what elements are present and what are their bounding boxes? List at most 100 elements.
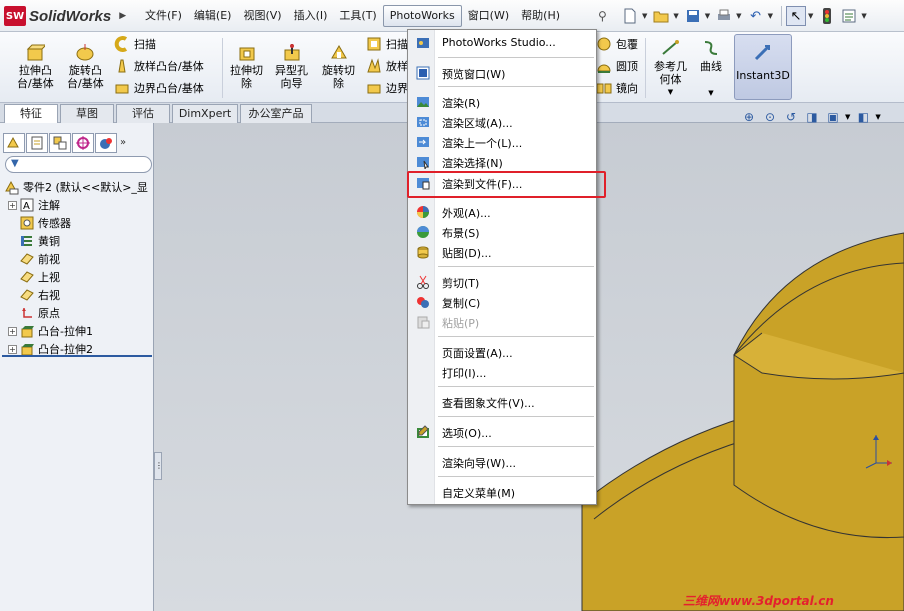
wrap-button[interactable]: 包覆: [596, 36, 638, 52]
tab-dimxpert[interactable]: DimXpert: [172, 104, 238, 123]
tab-office-products[interactable]: 办公室产品: [240, 104, 312, 123]
menu-item-8[interactable]: 外观(A)...: [408, 202, 596, 222]
menu-item-18[interactable]: 渲染向导(W)...: [408, 452, 596, 472]
chevron-down-icon[interactable]: ▼: [875, 113, 880, 121]
configuration-manager-tab-icon[interactable]: [49, 133, 71, 153]
menu-item-3[interactable]: 渲染(R): [408, 92, 596, 112]
tree-item-sensors[interactable]: 传感器: [0, 214, 154, 232]
expand-icon[interactable]: +: [8, 200, 17, 210]
menu-item-15[interactable]: 打印(I)...: [408, 362, 596, 382]
extrude-boss-button[interactable]: 拉伸凸 台/基体: [17, 42, 54, 90]
panel-collapse-handle[interactable]: ⋮: [154, 452, 163, 480]
revolve-cut-button[interactable]: 旋转切 除: [322, 42, 355, 90]
dome-button[interactable]: 圆顶: [596, 58, 638, 74]
boundary-boss-button[interactable]: 边界凸台/基体: [114, 80, 204, 96]
traffic-light-icon[interactable]: [817, 6, 837, 26]
tree-item-top-plane[interactable]: 上视: [0, 268, 154, 286]
chevron-down-icon[interactable]: ▼: [705, 12, 710, 20]
menu-item-5[interactable]: 渲染上一个(L)...: [408, 132, 596, 152]
feature-tree-tab-icon[interactable]: [3, 133, 25, 153]
display-manager-tab-icon[interactable]: [95, 133, 117, 153]
display-style-icon[interactable]: ◧: [854, 108, 872, 126]
chevron-down-icon[interactable]: ▼: [861, 12, 866, 20]
tab-features[interactable]: 特征: [4, 104, 58, 124]
menu-edit[interactable]: 编辑(E): [188, 5, 238, 27]
menu-item-label: 预览窗口(W): [442, 68, 506, 81]
menu-item-1[interactable]: PhotoWorks Studio...: [408, 33, 596, 53]
menu-item-4[interactable]: 渲染区域(A)...: [408, 112, 596, 132]
save-icon[interactable]: [683, 6, 703, 26]
tree-item-boss-extrude1[interactable]: + 凸台-拉伸1: [0, 322, 154, 340]
zoom-to-area-icon[interactable]: ⊙: [761, 108, 779, 126]
solidworks-logo[interactable]: SW SolidWorks ▶: [4, 5, 126, 27]
more-tabs-icon[interactable]: »: [120, 133, 126, 153]
tab-sketch[interactable]: 草图: [60, 104, 114, 123]
chevron-down-icon[interactable]: ▼: [642, 12, 647, 20]
tree-item-right-plane[interactable]: 右视: [0, 286, 154, 304]
boundary-cut-button[interactable]: 边界: [366, 80, 408, 96]
menu-item-19[interactable]: 自定义菜单(M): [408, 482, 596, 502]
tree-filter-input[interactable]: ▼: [5, 156, 152, 173]
chevron-down-icon[interactable]: ▼: [845, 113, 850, 121]
chevron-down-icon[interactable]: ▼: [736, 12, 741, 20]
sweep-button[interactable]: 扫描: [114, 36, 156, 52]
tree-item-material[interactable]: 黄铜: [0, 232, 154, 250]
menu-item-10[interactable]: 贴图(D)...: [408, 242, 596, 262]
open-folder-icon[interactable]: [651, 6, 671, 26]
curves-button[interactable]: 曲线 ▼: [700, 38, 722, 100]
property-manager-tab-icon[interactable]: [26, 133, 48, 153]
menu-item-6[interactable]: 渲染选择(N): [408, 152, 596, 172]
print-icon[interactable]: [714, 6, 734, 26]
select-arrow-icon[interactable]: ↖: [785, 6, 806, 26]
undo-icon[interactable]: ↶: [746, 6, 766, 26]
menu-view[interactable]: 视图(V): [237, 5, 287, 27]
expand-icon[interactable]: +: [8, 344, 17, 354]
menu-insert[interactable]: 插入(I): [288, 5, 334, 27]
menu-item-16[interactable]: 查看图象文件(V)...: [408, 392, 596, 412]
chevron-down-icon[interactable]: ▼: [668, 86, 673, 99]
menu-item-17[interactable]: 选项(O)...: [408, 422, 596, 442]
reference-geometry-button[interactable]: 参考几 何体 ▼: [654, 38, 687, 99]
zoom-to-fit-icon[interactable]: ⊕: [740, 108, 758, 126]
menu-tools[interactable]: 工具(T): [333, 5, 382, 27]
tab-evaluate[interactable]: 评估: [116, 104, 170, 123]
instant3d-button[interactable]: Instant3D: [734, 34, 792, 100]
rollback-bar[interactable]: [2, 355, 152, 357]
tree-item-annotations[interactable]: + A 注解: [0, 196, 154, 214]
hole-wizard-button[interactable]: 异型孔 向导: [275, 42, 308, 90]
menu-file[interactable]: 文件(F): [139, 5, 188, 27]
tree-item-front-plane[interactable]: 前视: [0, 250, 154, 268]
options-icon[interactable]: [839, 6, 859, 26]
menu-help[interactable]: 帮助(H): [515, 5, 566, 27]
chevron-down-icon[interactable]: ▼: [673, 12, 678, 20]
menu-item-11[interactable]: 剪切(T): [408, 272, 596, 292]
chevron-down-icon[interactable]: ▼: [808, 12, 813, 20]
menu-item-14[interactable]: 页面设置(A)...: [408, 342, 596, 362]
menu-bar: SW SolidWorks ▶ 文件(F) 编辑(E) 视图(V) 插入(I) …: [0, 0, 904, 32]
loft-boss-button[interactable]: 放样凸台/基体: [114, 58, 204, 74]
revolve-boss-icon: [76, 44, 94, 61]
chevron-down-icon[interactable]: ▼: [768, 12, 773, 20]
menu-photoworks[interactable]: PhotoWorks: [382, 5, 462, 27]
revolve-boss-button[interactable]: 旋转凸 台/基体: [67, 42, 104, 90]
lofted-cut-button[interactable]: 放样: [366, 58, 408, 74]
new-document-icon[interactable]: [620, 6, 640, 26]
chevron-down-icon[interactable]: ▼: [708, 87, 713, 100]
menu-item-9[interactable]: 布景(S): [408, 222, 596, 242]
section-view-icon[interactable]: ◨: [803, 108, 821, 126]
menu-item-2[interactable]: 预览窗口(W): [408, 63, 596, 83]
extrude-cut-button[interactable]: 拉伸切 除: [230, 42, 263, 90]
tree-root-part[interactable]: 零件2 (默认<<默认>_显: [0, 178, 154, 196]
view-orientation-icon[interactable]: ▣: [824, 108, 842, 126]
mirror-button[interactable]: 镜向: [596, 80, 638, 96]
expand-icon[interactable]: +: [8, 326, 17, 336]
tree-item-label: 右视: [38, 289, 60, 302]
pin-icon[interactable]: ⚲: [598, 9, 607, 23]
dimxpert-manager-tab-icon[interactable]: [72, 133, 94, 153]
menu-item-12[interactable]: 复制(C): [408, 292, 596, 312]
tree-item-origin[interactable]: 原点: [0, 304, 154, 322]
swept-cut-button[interactable]: 扫描: [366, 36, 408, 52]
previous-view-icon[interactable]: ↺: [782, 108, 800, 126]
menu-window[interactable]: 窗口(W): [462, 5, 515, 27]
chevron-right-icon[interactable]: ▶: [119, 11, 126, 21]
